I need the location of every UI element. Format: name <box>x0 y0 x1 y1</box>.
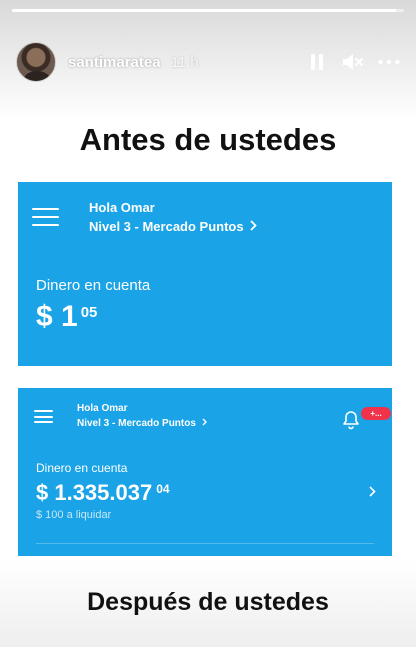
story-header: santimaratea 11 h <box>16 38 400 86</box>
chevron-right-icon <box>249 219 257 234</box>
level-link[interactable]: Nivel 3 - Mercado Puntos <box>77 418 207 429</box>
greeting-text: Hola Omar <box>89 200 155 215</box>
notification-badge[interactable]: +... <box>361 407 391 420</box>
level-text: Nivel 3 - Mercado Puntos <box>89 219 244 234</box>
level-link[interactable]: Nivel 3 - Mercado Puntos <box>89 219 257 234</box>
level-text: Nivel 3 - Mercado Puntos <box>77 418 196 429</box>
balance-label: Dinero en cuenta <box>36 277 151 294</box>
pending-settlement-text: $ 100 a liquidar <box>36 509 112 521</box>
story-controls <box>306 51 400 73</box>
account-card-before: Hola Omar Nivel 3 - Mercado Puntos Diner… <box>18 182 392 366</box>
bell-icon[interactable] <box>340 408 362 430</box>
balance-cents: 05 <box>80 304 98 321</box>
story-progress-bar <box>12 9 404 12</box>
balance-cents: 04 <box>156 482 170 496</box>
chevron-right-icon[interactable] <box>369 484 376 502</box>
balance-main: $ 1.335.037 <box>36 480 153 505</box>
avatar[interactable] <box>16 42 56 82</box>
muted-speaker-icon[interactable] <box>342 51 364 73</box>
greeting-text: Hola Omar <box>77 403 128 414</box>
balance-main: $ 1 <box>36 300 78 333</box>
more-options-icon[interactable] <box>378 51 400 73</box>
balance-amount[interactable]: $ 1.335.037 04 <box>36 480 170 506</box>
headline-before: Antes de ustedes <box>79 122 337 157</box>
menu-icon[interactable] <box>34 410 53 423</box>
balance-label: Dinero en cuenta <box>36 461 128 475</box>
story-progress-fill <box>12 9 397 12</box>
pause-icon[interactable] <box>306 51 328 73</box>
menu-icon[interactable] <box>32 208 59 226</box>
story-timestamp: 11 h <box>170 53 199 71</box>
account-card-after: Hola Omar Nivel 3 - Mercado Puntos +... … <box>18 388 392 556</box>
chevron-right-icon <box>202 418 207 429</box>
balance-amount: $ 1 05 <box>36 300 97 334</box>
headline-after: Después de ustedes <box>87 588 329 616</box>
divider <box>36 543 374 544</box>
username[interactable]: santimaratea <box>68 54 161 71</box>
